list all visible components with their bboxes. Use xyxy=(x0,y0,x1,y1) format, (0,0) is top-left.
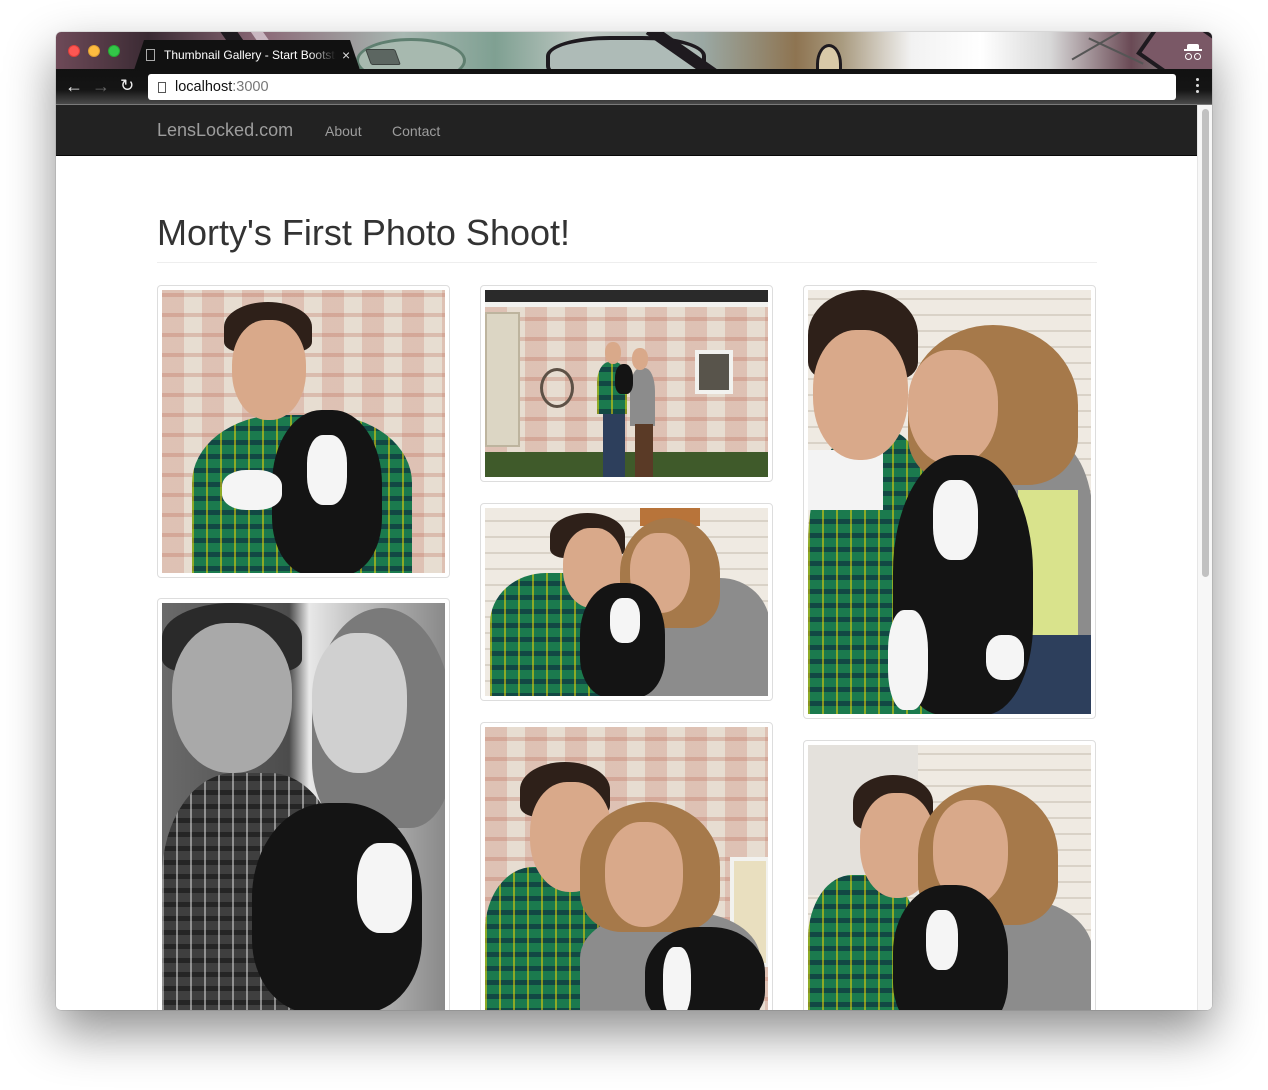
url-port: :3000 xyxy=(232,79,269,95)
gallery-photo xyxy=(485,727,768,1010)
gallery-photo xyxy=(162,603,445,1010)
page-viewport: LensLocked.com About Contact Morty's Fir… xyxy=(56,105,1212,1010)
new-tab-button[interactable] xyxy=(365,49,401,65)
gallery-thumbnail[interactable] xyxy=(480,722,773,1010)
gallery-thumbnail[interactable] xyxy=(157,598,450,1010)
page-info-icon[interactable] xyxy=(158,81,166,93)
gallery-thumbnail[interactable] xyxy=(157,285,450,578)
browser-window: Thumbnail Gallery - Start Bootstrap × ← … xyxy=(56,32,1212,1010)
browser-menu-icon[interactable] xyxy=(1196,78,1200,96)
gallery-photo xyxy=(808,745,1091,1010)
nav-link-contact[interactable]: Contact xyxy=(392,123,440,139)
theme-art xyxy=(1088,37,1144,65)
gallery-thumbnail[interactable] xyxy=(803,285,1096,719)
tab-strip: Thumbnail Gallery - Start Bootstrap × xyxy=(56,32,1212,69)
page-header: Morty's First Photo Shoot! xyxy=(157,213,1097,263)
incognito-icon xyxy=(1184,44,1202,60)
nav-link-about[interactable]: About xyxy=(325,123,362,139)
close-window-button[interactable] xyxy=(68,45,80,57)
theme-art xyxy=(816,44,842,69)
browser-toolbar: ← → ↻ localhost :3000 xyxy=(56,69,1212,105)
url-host: localhost xyxy=(175,79,233,95)
tab-title: Thumbnail Gallery - Start Bootstrap xyxy=(164,48,336,62)
gallery-photo xyxy=(485,290,768,477)
gallery-thumbnail[interactable] xyxy=(803,740,1096,1010)
close-tab-icon[interactable]: × xyxy=(342,47,350,63)
gallery-thumbnail[interactable] xyxy=(480,285,773,482)
page-scrollbar[interactable] xyxy=(1197,105,1212,1010)
forward-arrow-icon[interactable]: → xyxy=(92,77,110,95)
page-icon xyxy=(146,49,155,61)
reload-icon[interactable]: ↻ xyxy=(120,77,134,95)
gallery-photo xyxy=(485,508,768,696)
gallery-photo xyxy=(162,290,445,573)
browser-tab-active[interactable]: Thumbnail Gallery - Start Bootstrap × xyxy=(134,40,360,69)
scrollbar-thumb[interactable] xyxy=(1202,109,1209,577)
gallery-photo xyxy=(808,290,1091,714)
minimize-window-button[interactable] xyxy=(88,45,100,57)
maximize-window-button[interactable] xyxy=(108,45,120,57)
site-navbar: LensLocked.com About Contact xyxy=(56,105,1197,156)
navbar-brand-link[interactable]: LensLocked.com xyxy=(157,120,293,141)
gallery-thumbnail[interactable] xyxy=(480,503,773,701)
address-bar[interactable]: localhost :3000 xyxy=(148,74,1176,100)
page-title: Morty's First Photo Shoot! xyxy=(157,212,571,253)
back-arrow-icon[interactable]: ← xyxy=(65,77,83,95)
